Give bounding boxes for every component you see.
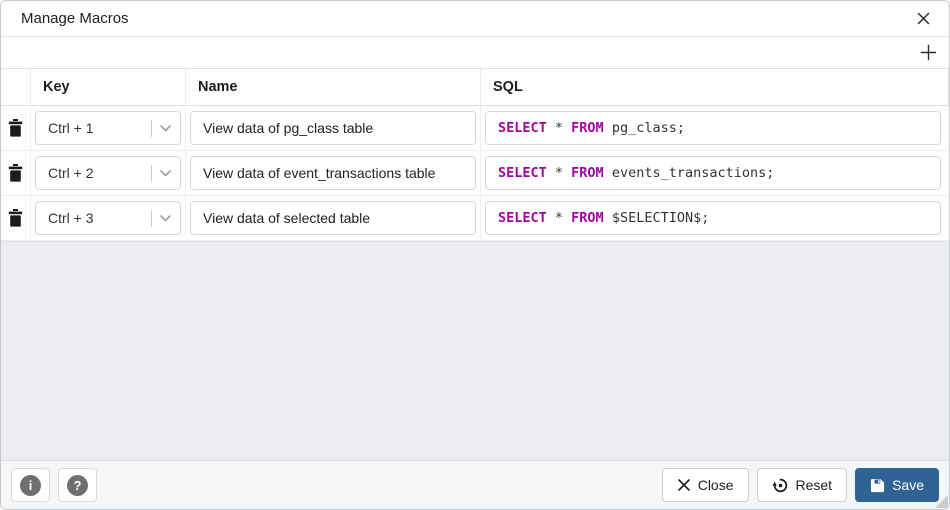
header-key: Key <box>31 69 186 106</box>
macro-name-input[interactable] <box>190 156 476 190</box>
reset-button[interactable]: Reset <box>757 468 848 502</box>
macro-name-input[interactable] <box>190 111 476 145</box>
sql-keyword: FROM <box>571 120 604 136</box>
select-separator <box>151 165 152 182</box>
sql-keyword: FROM <box>571 210 604 226</box>
header-actions <box>1 69 31 106</box>
table-row-cell: Ctrl + 2 <box>31 151 186 196</box>
key-select[interactable]: Ctrl + 3 <box>35 201 181 235</box>
footer-action-group: Close Reset Save <box>662 468 939 502</box>
table-row-cell: SELECT * FROM pg_class; <box>481 106 949 151</box>
add-macro-icon[interactable] <box>918 42 939 63</box>
dialog-help-button[interactable]: ? <box>58 468 97 502</box>
key-select[interactable]: Ctrl + 1 <box>35 111 181 145</box>
close-button-label: Close <box>698 477 734 493</box>
table-row-cell: Ctrl + 3 <box>31 196 186 241</box>
close-button[interactable]: Close <box>662 468 749 502</box>
sql-editor[interactable]: SELECT * FROM events_transactions; <box>485 156 941 190</box>
table-row-cell <box>186 151 481 196</box>
sql-keyword: SELECT <box>498 210 547 226</box>
key-select[interactable]: Ctrl + 2 <box>35 156 181 190</box>
table-row-cell: Ctrl + 1 <box>31 106 186 151</box>
table-row-cell <box>186 106 481 151</box>
sql-help-button[interactable]: i <box>11 468 50 502</box>
sql-keyword: SELECT <box>498 165 547 181</box>
sql-keyword: FROM <box>571 165 604 181</box>
macro-name-input[interactable] <box>190 201 476 235</box>
help-icon: ? <box>67 475 88 496</box>
table-row-cell <box>1 196 31 241</box>
save-floppy-icon <box>870 478 885 493</box>
delete-row-icon[interactable] <box>8 209 23 227</box>
header-name: Name <box>186 69 481 106</box>
header-sql: SQL <box>481 69 949 106</box>
select-separator <box>151 210 152 227</box>
table-row-cell: SELECT * FROM events_transactions; <box>481 151 949 196</box>
sql-keyword: SELECT <box>498 120 547 136</box>
key-select-value: Ctrl + 3 <box>48 210 151 226</box>
chevron-down-icon <box>160 170 171 177</box>
dialog-footer: i ? Close Reset Save <box>1 460 949 509</box>
reset-icon <box>772 477 789 494</box>
footer-help-group: i ? <box>11 468 97 502</box>
table-row-cell <box>1 106 31 151</box>
sql-operator: * <box>555 210 563 226</box>
key-select-value: Ctrl + 2 <box>48 165 151 181</box>
macros-toolbar <box>1 37 949 69</box>
sql-text: pg_class; <box>612 120 685 136</box>
sql-operator: * <box>555 165 563 181</box>
sql-text: $SELECTION$; <box>612 210 710 226</box>
delete-row-icon[interactable] <box>8 119 23 137</box>
close-icon[interactable] <box>914 9 933 28</box>
table-row-cell: SELECT * FROM $SELECTION$; <box>481 196 949 241</box>
chevron-down-icon <box>160 215 171 222</box>
dialog-body-filler <box>1 241 949 460</box>
info-icon: i <box>20 475 41 496</box>
table-row-cell <box>186 196 481 241</box>
sql-text: events_transactions; <box>612 165 775 181</box>
sql-operator: * <box>555 120 563 136</box>
dialog-title: Manage Macros <box>21 10 129 27</box>
resize-handle[interactable] <box>935 495 948 508</box>
close-x-icon <box>677 478 691 492</box>
sql-editor[interactable]: SELECT * FROM $SELECTION$; <box>485 201 941 235</box>
save-button[interactable]: Save <box>855 468 939 502</box>
dialog-titlebar: Manage Macros <box>1 1 949 37</box>
table-row-cell <box>1 151 31 196</box>
chevron-down-icon <box>160 125 171 132</box>
key-select-value: Ctrl + 1 <box>48 120 151 136</box>
reset-button-label: Reset <box>796 477 833 493</box>
select-separator <box>151 120 152 137</box>
macros-table: Key Name SQL Ctrl + 1 SELECT * FROM pg_c… <box>1 69 949 241</box>
manage-macros-dialog: Manage Macros Key Name SQL Ctrl + 1 <box>0 0 950 510</box>
sql-editor[interactable]: SELECT * FROM pg_class; <box>485 111 941 145</box>
save-button-label: Save <box>892 477 924 493</box>
delete-row-icon[interactable] <box>8 164 23 182</box>
